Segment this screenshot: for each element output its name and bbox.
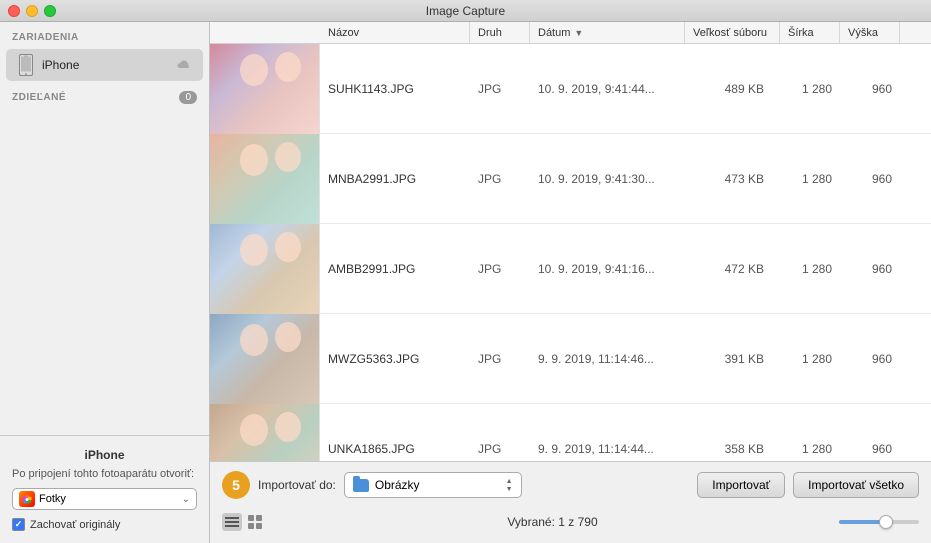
cell-width: 1 280 <box>780 442 840 456</box>
th-size[interactable]: Veľkosť súboru <box>685 22 780 43</box>
grid-view-button[interactable] <box>246 513 266 531</box>
cell-filename: MNBA2991.JPG <box>320 172 470 186</box>
cell-width: 1 280 <box>780 352 840 366</box>
cell-filesize: 473 KB <box>685 172 780 186</box>
traffic-lights <box>8 5 56 17</box>
cell-height: 960 <box>840 172 900 186</box>
maximize-button[interactable] <box>44 5 56 17</box>
arrow-down-icon: ▼ <box>506 486 513 493</box>
import-all-button[interactable]: Importovať všetko <box>793 472 919 498</box>
row-thumbnail <box>210 134 320 224</box>
shared-label: ZDIEĽANÉ <box>12 92 66 103</box>
zoom-slider-container <box>839 520 919 524</box>
cell-filesize: 391 KB <box>685 352 780 366</box>
sort-arrow-icon: ▼ <box>574 28 583 38</box>
iphone-icon <box>18 54 34 76</box>
row-thumbnail <box>210 404 320 462</box>
cell-height: 960 <box>840 262 900 276</box>
th-name[interactable]: Názov <box>320 22 470 43</box>
cell-width: 1 280 <box>780 262 840 276</box>
close-button[interactable] <box>8 5 20 17</box>
shared-badge: 0 <box>179 91 197 104</box>
dropdown-arrow-icon: ⌄ <box>182 494 190 505</box>
row-thumbnail <box>210 44 320 134</box>
arrow-up-icon: ▲ <box>506 478 513 485</box>
sidebar-item-iphone[interactable]: iPhone <box>6 49 203 81</box>
cell-filetype: JPG <box>470 82 530 96</box>
cell-height: 960 <box>840 352 900 366</box>
status-bar: Vybrané: 1 z 790 <box>210 508 931 536</box>
import-count-badge: 5 <box>222 471 250 499</box>
folder-dropdown-arrows: ▲ ▼ <box>506 478 513 493</box>
cell-date: 9. 9. 2019, 11:14:46... <box>530 352 685 366</box>
cell-filetype: JPG <box>470 262 530 276</box>
cell-width: 1 280 <box>780 82 840 96</box>
cell-height: 960 <box>840 82 900 96</box>
cell-filename: AMBB2991.JPG <box>320 262 470 276</box>
list-view-button[interactable] <box>222 513 242 531</box>
cloud-icon <box>175 57 191 73</box>
row-thumbnail <box>210 224 320 314</box>
cell-height: 960 <box>840 442 900 456</box>
cell-filesize: 489 KB <box>685 82 780 96</box>
cell-filename: UNKA1865.JPG <box>320 442 470 456</box>
cell-date: 9. 9. 2019, 11:14:44... <box>530 442 685 456</box>
cell-filesize: 472 KB <box>685 262 780 276</box>
grid-view-icon <box>248 515 264 529</box>
th-type[interactable]: Druh <box>470 22 530 43</box>
content-area: Názov Druh Dátum ▼ Veľkosť súboru Šírka … <box>210 22 931 543</box>
folder-dropdown[interactable]: Obrázky ▲ ▼ <box>344 472 522 498</box>
view-icons <box>222 513 266 531</box>
row-thumbnail <box>210 314 320 404</box>
footer: 5 Importovať do: Obrázky ▲ ▼ Importovať … <box>210 461 931 543</box>
table-row[interactable]: MNBA2991.JPGJPG10. 9. 2019, 9:41:30...47… <box>210 134 931 224</box>
keep-originals-row: ✓ Zachovať originály <box>12 518 197 531</box>
zoom-slider[interactable] <box>839 520 919 524</box>
th-width[interactable]: Šírka <box>780 22 840 43</box>
keep-originals-checkbox[interactable]: ✓ <box>12 518 25 531</box>
table-header: Názov Druh Dátum ▼ Veľkosť súboru Šírka … <box>210 22 931 44</box>
devices-section-header: ZARIADENIA <box>0 22 209 47</box>
table-row[interactable]: MWZG5363.JPGJPG9. 9. 2019, 11:14:46...39… <box>210 314 931 404</box>
table-row[interactable]: SUHK1143.JPGJPG10. 9. 2019, 9:41:44...48… <box>210 44 931 134</box>
photos-app-icon <box>19 491 35 507</box>
minimize-button[interactable] <box>26 5 38 17</box>
titlebar: Image Capture <box>0 0 931 22</box>
app-dropdown[interactable]: Fotky ⌄ <box>12 488 197 510</box>
sidebar-bottom: iPhone Po pripojení tohto fotoaparátu ot… <box>0 435 209 543</box>
cell-filetype: JPG <box>470 442 530 456</box>
folder-icon <box>353 479 369 492</box>
cell-filetype: JPG <box>470 352 530 366</box>
shared-section: ZDIEĽANÉ 0 <box>0 83 209 108</box>
cell-filetype: JPG <box>470 172 530 186</box>
list-view-icon <box>225 516 239 528</box>
import-bar: 5 Importovať do: Obrázky ▲ ▼ Importovať … <box>210 462 931 508</box>
cell-date: 10. 9. 2019, 9:41:44... <box>530 82 685 96</box>
checkbox-checkmark-icon: ✓ <box>15 519 23 530</box>
cell-width: 1 280 <box>780 172 840 186</box>
th-date[interactable]: Dátum ▼ <box>530 22 685 43</box>
cell-date: 10. 9. 2019, 9:41:16... <box>530 262 685 276</box>
device-info-title: iPhone <box>12 448 197 462</box>
open-with-row: Fotky ⌄ <box>12 488 197 510</box>
status-text: Vybrané: 1 z 790 <box>274 515 831 529</box>
window-title: Image Capture <box>426 4 505 18</box>
th-height[interactable]: Výška <box>840 22 900 43</box>
folder-name: Obrázky <box>375 478 502 492</box>
device-info-text: Po pripojení tohto fotoaparátu otvoriť: <box>12 468 197 480</box>
app-name-label: Fotky <box>39 493 182 505</box>
cell-date: 10. 9. 2019, 9:41:30... <box>530 172 685 186</box>
table-body: SUHK1143.JPGJPG10. 9. 2019, 9:41:44...48… <box>210 44 931 461</box>
iphone-label: iPhone <box>42 58 171 72</box>
keep-originals-label: Zachovať originály <box>30 519 120 531</box>
table-row[interactable]: UNKA1865.JPGJPG9. 9. 2019, 11:14:44...35… <box>210 404 931 461</box>
cell-filesize: 358 KB <box>685 442 780 456</box>
cell-filename: SUHK1143.JPG <box>320 82 470 96</box>
import-button[interactable]: Importovať <box>697 472 785 498</box>
table-row[interactable]: AMBB2991.JPGJPG10. 9. 2019, 9:41:16...47… <box>210 224 931 314</box>
import-to-label: Importovať do: <box>258 478 336 492</box>
sidebar: ZARIADENIA iPhone ZDIEĽANÉ 0 iPhone Po p… <box>0 22 210 543</box>
cell-filename: MWZG5363.JPG <box>320 352 470 366</box>
